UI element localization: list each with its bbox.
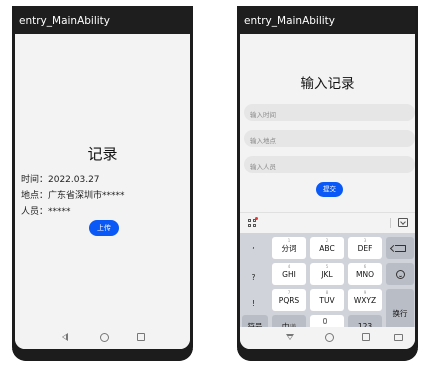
record-page: 记录 时间：2022.03.27 地点：广东省深圳市***** 人员：*****…	[15, 34, 190, 327]
home-circle-icon[interactable]	[325, 333, 334, 342]
key-hint: 2	[325, 238, 329, 243]
keyboard-icon[interactable]	[394, 334, 403, 341]
key-label: PQRS	[278, 295, 300, 305]
recent-square-icon[interactable]	[362, 333, 370, 341]
backspace-key[interactable]	[386, 237, 414, 259]
key-def[interactable]: 3 DEF	[348, 237, 382, 259]
system-nav-bar	[240, 327, 415, 349]
key-tuv[interactable]: 8 TUV	[310, 289, 344, 311]
app-title: entry_MainAbility	[244, 15, 336, 27]
backspace-icon	[394, 244, 406, 252]
location-input[interactable]: 输入地点	[244, 130, 415, 147]
key-hint: 4	[287, 264, 291, 269]
page-title: 输入记录	[300, 76, 355, 92]
submit-button[interactable]: 提交	[316, 182, 343, 197]
hide-keyboard-icon[interactable]	[398, 218, 408, 227]
system-nav-bar	[15, 327, 190, 349]
person-input[interactable]: 输入人员	[244, 156, 415, 173]
key-pqrs[interactable]: 7 PQRS	[272, 289, 306, 311]
back-triangle-icon[interactable]	[286, 334, 294, 340]
input-page: 输入记录 输入时间 输入地点 输入人员 提交 , ? ! 1 分词 2 ABC …	[240, 34, 415, 343]
key-label: ABC	[319, 243, 335, 253]
upload-button[interactable]: 上传	[89, 220, 119, 236]
app-title: entry_MainAbility	[19, 15, 111, 27]
person-text: 人员：*****	[21, 207, 71, 217]
page-title: 记录	[87, 145, 118, 163]
back-triangle-icon[interactable]	[62, 333, 68, 341]
app-title-bar: entry_MainAbility	[240, 6, 415, 34]
key-wxyz[interactable]: 9 WXYZ	[348, 289, 382, 311]
mic-icon	[323, 318, 327, 324]
emoji-key[interactable]	[386, 263, 414, 285]
key-hint: 7	[287, 290, 291, 295]
location-placeholder: 输入地点	[250, 137, 276, 145]
key-label: WXYZ	[353, 295, 377, 305]
left-phone-window: entry_MainAbility 记录 时间：2022.03.27 地点：广东…	[12, 6, 193, 361]
key-label: MNO	[356, 269, 374, 279]
key-hint: 6	[363, 264, 367, 269]
location-text: 地点：广东省深圳市*****	[21, 191, 125, 201]
key-hint: 3	[363, 238, 367, 243]
punct-key-comma[interactable]: ,	[240, 241, 267, 250]
key-label: GHI	[282, 269, 296, 279]
home-circle-icon[interactable]	[100, 333, 109, 342]
key-label: JKL	[321, 269, 333, 279]
right-phone-window: entry_MainAbility 输入记录 输入时间 输入地点 输入人员 提交	[237, 6, 418, 361]
apps-grid-icon[interactable]	[248, 217, 258, 227]
emoji-icon	[395, 269, 405, 279]
keyboard-toolbar	[240, 212, 415, 233]
key-hint: 8	[325, 290, 329, 295]
right-screen: entry_MainAbility 输入记录 输入时间 输入地点 输入人员 提交	[240, 6, 415, 349]
bottom-bezel	[12, 349, 193, 361]
key-hint: 9	[363, 290, 367, 295]
key-abc[interactable]: 2 ABC	[310, 237, 344, 259]
key-ghi[interactable]: 4 GHI	[272, 263, 306, 285]
app-title-bar: entry_MainAbility	[15, 6, 190, 34]
key-label: TUV	[319, 295, 335, 305]
recent-square-icon[interactable]	[137, 333, 145, 341]
key-jkl[interactable]: 5 JKL	[310, 263, 344, 285]
bottom-bezel	[237, 349, 418, 361]
time-placeholder: 输入时间	[250, 111, 276, 119]
key-label: 分词	[281, 243, 297, 253]
person-placeholder: 输入人员	[250, 163, 276, 171]
key-hint: 1	[287, 238, 291, 243]
left-screen: entry_MainAbility 记录 时间：2022.03.27 地点：广东…	[15, 6, 190, 349]
time-text: 时间：2022.03.27	[21, 175, 100, 185]
punct-key-question[interactable]: ?	[240, 273, 267, 282]
key-fenci[interactable]: 1 分词	[272, 237, 306, 259]
key-mno[interactable]: 6 MNO	[348, 263, 382, 285]
time-input[interactable]: 输入时间	[244, 104, 415, 121]
toolbar-divider	[390, 218, 391, 228]
key-label: DEF	[357, 243, 373, 253]
punct-key-exclaim[interactable]: !	[240, 299, 267, 308]
key-hint: 5	[325, 264, 329, 269]
